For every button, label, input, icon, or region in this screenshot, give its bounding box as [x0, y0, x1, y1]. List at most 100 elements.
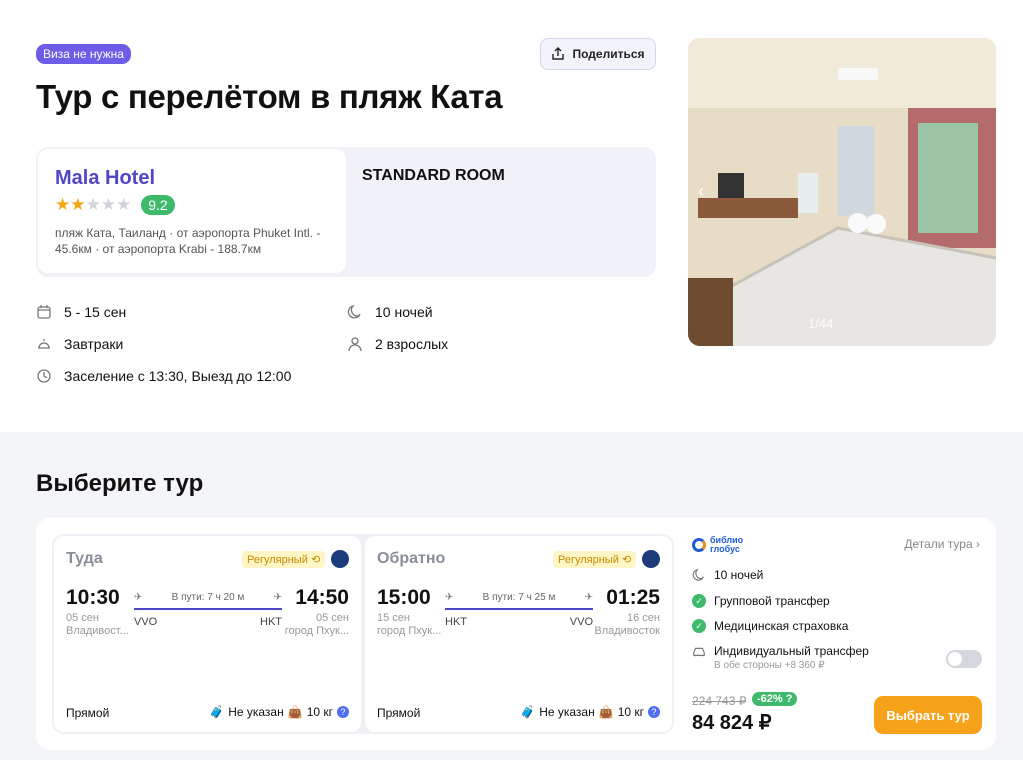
hotel-name[interactable]: Mala Hotel: [55, 167, 329, 190]
arrival-city: город Пхук...: [284, 625, 349, 637]
flight-duration: В пути: 7 ч 20 м: [171, 592, 245, 603]
page-title: Тур с перелётом в пляж Ката: [36, 78, 503, 115]
tour-facts: 5 - 15 сен 10 ночей Завтраки 2 взрослых …: [36, 302, 656, 402]
departure-date: 15 сен: [377, 612, 410, 624]
operator-logo: библио глобус: [692, 536, 743, 554]
flight-leg-outbound[interactable]: Туда Регулярный ⟲ 10:30 05 сен Владивост.…: [54, 536, 361, 732]
flight-duration: В пути: 7 ч 25 м: [482, 592, 556, 603]
visa-badge: Виза не нужна: [36, 44, 131, 64]
baggage-info: 🧳 Не указан 👜 10 кг ?: [209, 705, 349, 719]
landing-icon: ✈: [584, 592, 593, 603]
summary-insurance: ✓ Медицинская страховка: [692, 619, 848, 633]
suitcase-icon: 🧳: [520, 705, 536, 719]
summary-transfer: ✓ Групповой трансфер: [692, 594, 830, 608]
flights-panel: Туда Регулярный ⟲ 10:30 05 сен Владивост.…: [52, 534, 674, 734]
flight-leg-return[interactable]: Обратно Регулярный ⟲ 15:00 15 сен город П…: [365, 536, 672, 732]
suitcase-icon: 🧳: [209, 705, 225, 719]
baggage-value: Не указан: [228, 705, 284, 719]
old-price: 224 743 ₽: [692, 694, 747, 708]
fact-dates: 5 - 15 сен: [36, 304, 126, 320]
car-icon: [693, 647, 705, 657]
chevron-right-icon: ›: [976, 537, 980, 551]
airline-logo-icon: [331, 550, 349, 568]
regular-badge: Регулярный ⟲: [242, 551, 326, 568]
baggage-info: 🧳 Не указан 👜 10 кг ?: [520, 705, 660, 719]
departure-time: 15:00: [377, 586, 431, 609]
check-icon: ✓: [692, 594, 706, 608]
fact-guests: 2 взрослых: [347, 336, 448, 352]
operator-logo-icon: [692, 538, 706, 552]
info-icon[interactable]: ?: [648, 706, 660, 718]
departure-date: 05 сен: [66, 612, 99, 624]
arrival-time: 01:25: [606, 586, 660, 609]
discount-badge: -62% ?: [752, 692, 798, 706]
history-icon: ⟲: [621, 554, 632, 566]
ind-transfer-label: Индивидуальный трансфер: [714, 644, 869, 658]
arrival-city: Владивосток: [594, 625, 660, 637]
fact-meals-text: Завтраки: [64, 336, 124, 352]
ind-transfer-toggle[interactable]: [946, 650, 982, 668]
fact-nights-text: 10 ночей: [375, 304, 433, 320]
hotel-distance-2: от аэропорта Krabi - 188.7км: [102, 242, 262, 256]
star-rating: ★★★★★: [55, 195, 132, 214]
gallery-counter: 1/44: [808, 316, 834, 331]
clock-icon: [37, 369, 51, 383]
bag-icon: 👜: [287, 705, 303, 719]
hotel-section: Виза не нужна Поделиться Тур с перелётом…: [0, 0, 1023, 432]
arrival-info: 05 сен город Пхук...: [279, 612, 349, 638]
leg-title: Обратно: [377, 550, 446, 567]
departure-time: 10:30: [66, 586, 120, 609]
moon-icon: [692, 568, 704, 581]
share-label: Поделиться: [572, 47, 645, 61]
discount-value: -62%: [757, 693, 783, 705]
route-bar: [134, 608, 282, 610]
summary-nights: 10 ночей: [692, 568, 763, 582]
landing-icon: ✈: [273, 592, 282, 603]
question-icon: ?: [785, 693, 793, 705]
hotel-location-text: пляж Ката, Таиланд: [55, 226, 166, 240]
route-line: ✈ В пути: 7 ч 25 м ✈ HKT VVO: [445, 592, 593, 632]
summary-ind-transfer: Индивидуальный трансфер В обе стороны +8…: [692, 644, 869, 671]
fact-nights: 10 ночей: [347, 304, 433, 320]
fact-meals: Завтраки: [36, 336, 123, 352]
hand-luggage-value: 10 кг: [306, 705, 333, 719]
regular-badge-text: Регулярный: [247, 554, 308, 566]
tour-details-link[interactable]: Детали тура ›: [904, 537, 980, 551]
route-bar: [445, 608, 593, 610]
flight-type: Прямой: [66, 706, 110, 720]
fact-guests-text: 2 взрослых: [375, 336, 449, 352]
arrival-date: 16 сен: [627, 612, 660, 624]
summary-insurance-text: Медицинская страховка: [714, 619, 849, 633]
choose-tour-title: Выберите тур: [36, 470, 204, 497]
select-tour-button[interactable]: Выбрать тур: [874, 696, 982, 734]
airline-logo-icon: [642, 550, 660, 568]
leg-title: Туда: [66, 550, 103, 567]
info-icon[interactable]: ?: [337, 706, 349, 718]
route-line: ✈ В пути: 7 ч 20 м ✈ VVO HKT: [134, 592, 282, 632]
arrival-time: 14:50: [295, 586, 349, 609]
summary-nights-text: 10 ночей: [714, 568, 764, 582]
hotel-photo-gallery[interactable]: ‹ 1/44: [688, 38, 996, 346]
share-icon: [552, 47, 565, 60]
gallery-prev-button[interactable]: ‹: [698, 181, 704, 202]
operator-name-line2: глобус: [710, 544, 740, 554]
check-icon: ✓: [692, 619, 706, 633]
departure-code: HKT: [445, 616, 467, 628]
fact-dates-text: 5 - 15 сен: [64, 304, 127, 320]
person-icon: [348, 337, 362, 352]
calendar-icon: [37, 305, 51, 319]
moon-icon: [347, 304, 361, 319]
tour-offer-card: Туда Регулярный ⟲ 10:30 05 сен Владивост.…: [36, 518, 996, 750]
hotel-card[interactable]: Mala Hotel ★★★★★ 9.2 пляж Ката, Таиланд …: [38, 149, 346, 273]
share-button[interactable]: Поделиться: [540, 38, 656, 70]
hotel-room-photo: [688, 38, 996, 346]
operator-name: библио глобус: [710, 536, 743, 554]
cloche-icon: [38, 339, 50, 349]
room-type: STANDARD ROOM: [362, 167, 505, 184]
baggage-value: Не указан: [539, 705, 595, 719]
tour-summary: библио глобус Детали тура › 10 ночей ✓ Гр…: [692, 534, 982, 734]
history-icon: ⟲: [310, 554, 321, 566]
summary-transfer-text: Групповой трансфер: [714, 594, 830, 608]
arrival-date: 05 сен: [316, 612, 349, 624]
departure-info: 05 сен Владивост...: [66, 612, 136, 638]
